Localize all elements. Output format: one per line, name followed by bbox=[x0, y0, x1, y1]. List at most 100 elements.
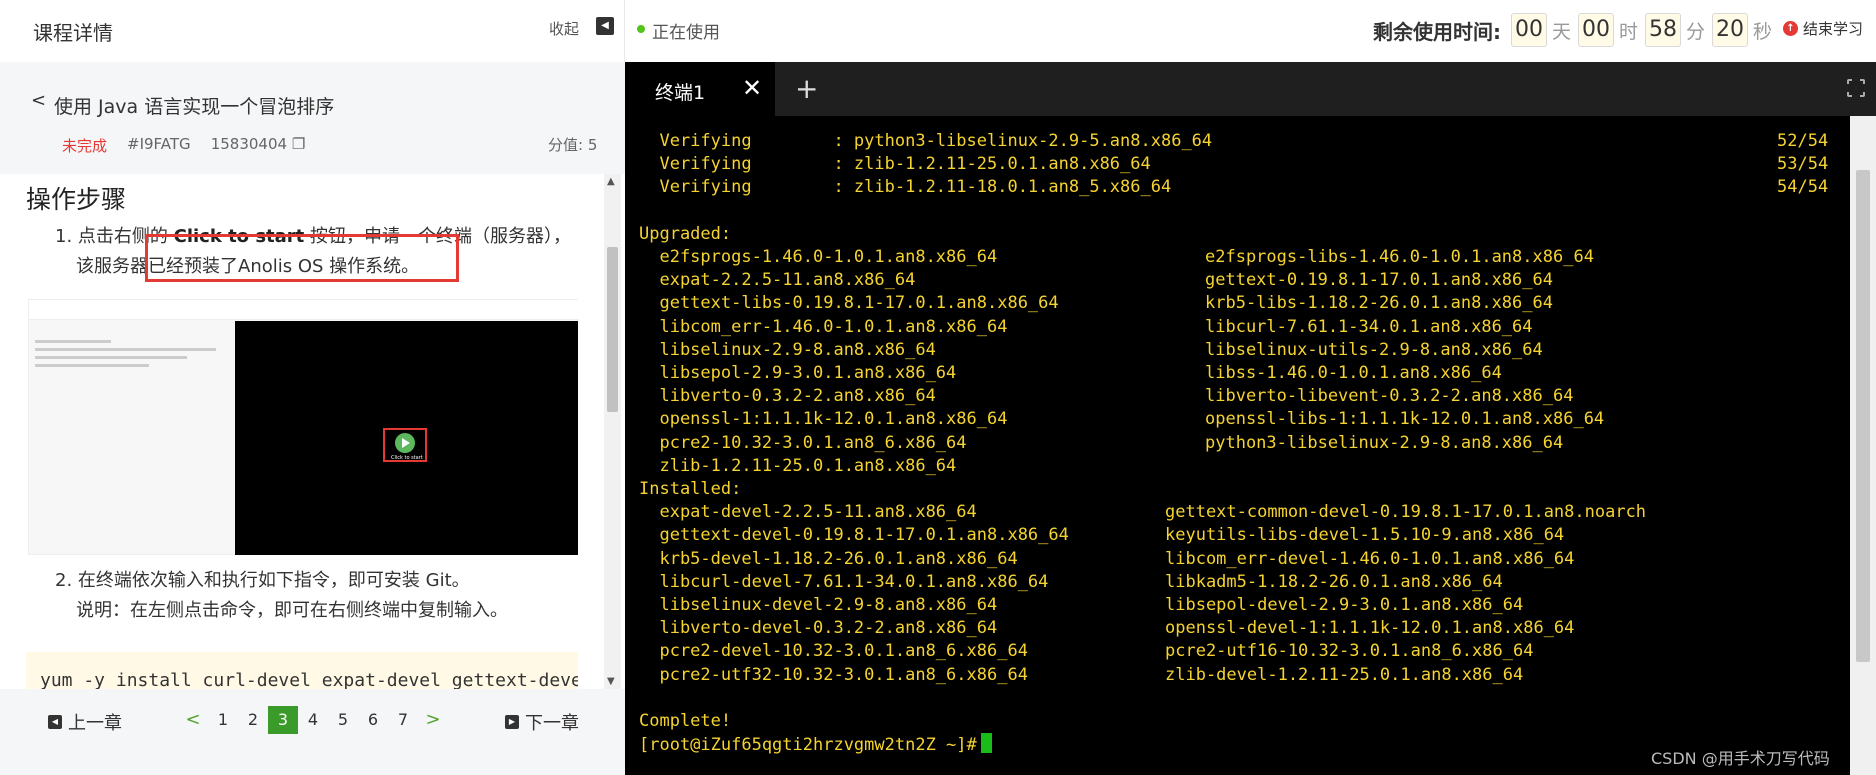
add-tab-icon[interactable]: + bbox=[795, 72, 818, 105]
back-arrow-icon[interactable]: < bbox=[31, 90, 46, 111]
fullscreen-icon[interactable] bbox=[1846, 78, 1866, 98]
terminal-line-col2: python3-libselinux-2.9-8.an8.x86_64 bbox=[1205, 432, 1564, 453]
terminal-line-col2: libss-1.46.0-1.0.1.an8.x86_64 bbox=[1205, 363, 1502, 383]
content-scrollbar[interactable]: ▲ ▼ bbox=[604, 174, 621, 689]
lesson-content: 操作步骤 1. 点击右侧的 Click to start 按钮，申请一个终端（服… bbox=[0, 174, 625, 689]
terminal-line-col1: zlib-1.2.11-25.0.1.an8.x86_64 bbox=[639, 455, 957, 476]
terminal-line: Verifying : python3-libselinux-2.9-5.an8… bbox=[639, 130, 1828, 153]
timer-minutes: 58 bbox=[1645, 13, 1682, 47]
terminal-cursor bbox=[980, 733, 992, 754]
screenshot-header bbox=[29, 300, 579, 320]
terminal-line-col1: pcre2-10.32-3.0.1.an8_6.x86_64 bbox=[639, 432, 967, 453]
page-prev-icon[interactable]: < bbox=[178, 706, 208, 734]
terminal-tabs: 终端1 ✕ + bbox=[625, 62, 1876, 116]
terminal-line: Complete! bbox=[639, 710, 731, 733]
page-5[interactable]: 5 bbox=[328, 706, 358, 734]
next-icon: ▶ bbox=[505, 715, 519, 729]
watermark: CSDN @用手术刀写代码 bbox=[1651, 749, 1830, 768]
terminal-prompt-line[interactable]: [root@iZuf65qgti2hrzvgmw2tn2Z ~]# bbox=[639, 733, 992, 756]
timer-hours-unit: 时 bbox=[1619, 20, 1639, 43]
terminal-line-col1: libcurl-devel-7.61.1-34.0.1.an8.x86_64 bbox=[639, 571, 1049, 592]
highlight-annotation bbox=[145, 234, 459, 282]
end-study-button[interactable]: ↑ 结束学习 bbox=[1783, 18, 1863, 39]
page-2[interactable]: 2 bbox=[238, 706, 268, 734]
terminal-line: Verifying : zlib-1.2.11-25.0.1.an8.x86_6… bbox=[639, 153, 1828, 176]
terminal-line: pcre2-utf32-10.32-3.0.1.an8_6.x86_64 zlib… bbox=[639, 664, 1523, 687]
terminal-line-col2: keyutils-libs-devel-1.5.10-9.an8.x86_64 bbox=[1165, 525, 1565, 546]
screenshot-start-box: Click to start bbox=[383, 428, 427, 462]
terminal-line: libselinux-devel-2.9-8.an8.x86_64 libsepo… bbox=[639, 594, 1523, 617]
terminal-line: expat-2.2.5-11.an8.x86_64 gettext-0.19.8.… bbox=[639, 269, 1553, 292]
terminal-line: pcre2-10.32-3.0.1.an8_6.x86_64 python3-li… bbox=[639, 432, 1563, 455]
terminal-line-col1: libverto-0.3.2-2.an8.x86_64 bbox=[639, 386, 936, 407]
terminal-line-progress: 53/54 bbox=[1777, 154, 1829, 175]
terminal-line: krb5-devel-1.18.2-26.0.1.an8.x86_64 libco… bbox=[639, 548, 1574, 571]
scroll-down-icon[interactable]: ▼ bbox=[607, 676, 615, 687]
terminal-line-progress: 52/54 bbox=[1777, 131, 1829, 151]
terminal-line-col1: expat-devel-2.2.5-11.an8.x86_64 bbox=[639, 502, 977, 523]
terminal-line-col2: zlib-devel-1.2.11-25.0.1.an8.x86_64 bbox=[1165, 664, 1524, 685]
page-next-icon[interactable]: > bbox=[418, 706, 448, 734]
lesson-header: < 使用 Java 语言实现一个冒泡排序 未完成 #I9FATG 1583040… bbox=[0, 62, 625, 174]
terminal-line-col2: libkadm5-1.18.2-26.0.1.an8.x86_64 bbox=[1165, 571, 1503, 592]
lesson-title: 使用 Java 语言实现一个冒泡排序 bbox=[54, 96, 335, 118]
play-icon bbox=[395, 433, 415, 453]
terminal-line: libverto-0.3.2-2.an8.x86_64 libverto-libe… bbox=[639, 385, 1573, 408]
terminal-line-col2: libverto-libevent-0.3.2-2.an8.x86_64 bbox=[1205, 386, 1574, 407]
lesson-meta: 未完成 #I9FATG 15830404 ❐ bbox=[62, 135, 305, 156]
terminal-scroll-thumb[interactable] bbox=[1856, 170, 1870, 662]
terminal-line-col1: gettext-libs-0.19.8.1-17.0.1.an8.x86_64 bbox=[639, 293, 1059, 314]
terminal-line-col1: libverto-devel-0.3.2-2.an8.x86_64 bbox=[639, 618, 998, 639]
terminal-line-col1: Complete! bbox=[639, 711, 732, 731]
terminal-line: libsepol-2.9-3.0.1.an8.x86_64 libss-1.46.… bbox=[639, 362, 1501, 385]
page-7[interactable]: 7 bbox=[388, 706, 418, 734]
terminal-line: gettext-libs-0.19.8.1-17.0.1.an8.x86_64 k… bbox=[639, 292, 1553, 315]
remaining-time: 剩余使用时间: 00 天 00 时 58 分 20 秒 bbox=[1373, 12, 1779, 48]
status-badge: 未完成 bbox=[62, 137, 108, 155]
scroll-thumb[interactable] bbox=[607, 247, 618, 412]
terminal-area: 终端1 ✕ + Verifying : python3-libselinux-2… bbox=[625, 62, 1876, 775]
terminal-line: Upgraded: bbox=[639, 223, 731, 246]
end-study-label: 结束学习 bbox=[1803, 20, 1864, 38]
page-4[interactable]: 4 bbox=[298, 706, 328, 734]
terminal-line-col2: openssl-devel-1:1.1.1k-12.0.1.an8.x86_64 bbox=[1165, 618, 1575, 639]
terminal-line-col1: openssl-1:1.1.1k-12.0.1.an8.x86_64 bbox=[639, 409, 1008, 430]
top-bar: 课程详情 收起 ◀ 正在使用 剩余使用时间: 00 天 00 时 58 分 20… bbox=[0, 0, 1876, 62]
next-chapter-button[interactable]: ▶ 下一章 bbox=[505, 709, 579, 735]
close-icon[interactable]: ✕ bbox=[742, 74, 762, 102]
timer-days-unit: 天 bbox=[1552, 20, 1572, 43]
terminal-line-col1: Upgraded: bbox=[639, 223, 732, 244]
prev-icon: ◀ bbox=[48, 715, 62, 729]
terminal-line-col2: openssl-libs-1:1.1.1k-12.0.1.an8.x86_64 bbox=[1205, 409, 1605, 430]
terminal-line-col2: gettext-common-devel-0.19.8.1-17.0.1.an8… bbox=[1165, 502, 1647, 523]
terminal-line: libverto-devel-0.3.2-2.an8.x86_64 openssl… bbox=[639, 617, 1574, 640]
collapse-icon[interactable]: ◀ bbox=[596, 17, 614, 35]
page-6[interactable]: 6 bbox=[358, 706, 388, 734]
terminal-line: Verifying : zlib-1.2.11-18.0.1.an8_5.x86… bbox=[639, 176, 1828, 199]
terminal-line-col1: Verifying : zlib-1.2.11-25.0.1.an8.x86_6… bbox=[639, 154, 1151, 175]
tutorial-screenshot: Click to start bbox=[28, 299, 579, 555]
collapse-label[interactable]: 收起 bbox=[549, 18, 579, 39]
prev-chapter-button[interactable]: ◀ 上一章 bbox=[48, 709, 122, 735]
course-title: 课程详情 bbox=[33, 21, 113, 45]
page-1[interactable]: 1 bbox=[208, 706, 238, 734]
tab-terminal-1[interactable]: 终端1 ✕ bbox=[625, 62, 775, 116]
next-chapter-label: 下一章 bbox=[525, 713, 579, 734]
terminal-line-col1: pcre2-devel-10.32-3.0.1.an8_6.x86_64 bbox=[639, 641, 1028, 662]
terminal-line: e2fsprogs-1.46.0-1.0.1.an8.x86_64 e2fspro… bbox=[639, 246, 1593, 269]
copy-icon[interactable]: ❐ bbox=[292, 135, 305, 153]
terminal-line-col1: libcom_err-1.46.0-1.0.1.an8.x86_64 bbox=[639, 316, 1008, 337]
lesson-code: #I9FATG bbox=[127, 135, 191, 153]
terminal-scrollbar[interactable] bbox=[1850, 116, 1876, 775]
terminal-screen[interactable]: Verifying : python3-libselinux-2.9-5.an8… bbox=[625, 116, 1850, 775]
scroll-up-icon[interactable]: ▲ bbox=[607, 176, 615, 187]
terminal-line-col2: gettext-0.19.8.1-17.0.1.an8.x86_64 bbox=[1205, 270, 1553, 291]
terminal-line-col1: libselinux-devel-2.9-8.an8.x86_64 bbox=[639, 595, 998, 615]
command-code-block[interactable]: yum -y install curl-devel expat-devel ge… bbox=[26, 652, 578, 689]
timer-seconds: 20 bbox=[1712, 13, 1749, 47]
terminal-line-col1: libsepol-2.9-3.0.1.an8.x86_64 bbox=[639, 363, 957, 383]
terminal-line-col2: libcurl-7.61.1-34.0.1.an8.x86_64 bbox=[1205, 316, 1533, 337]
terminal-line-col1: e2fsprogs-1.46.0-1.0.1.an8.x86_64 bbox=[639, 247, 998, 267]
screenshot-caption: Click to start bbox=[391, 455, 423, 461]
page-3-current[interactable]: 3 bbox=[268, 706, 298, 734]
